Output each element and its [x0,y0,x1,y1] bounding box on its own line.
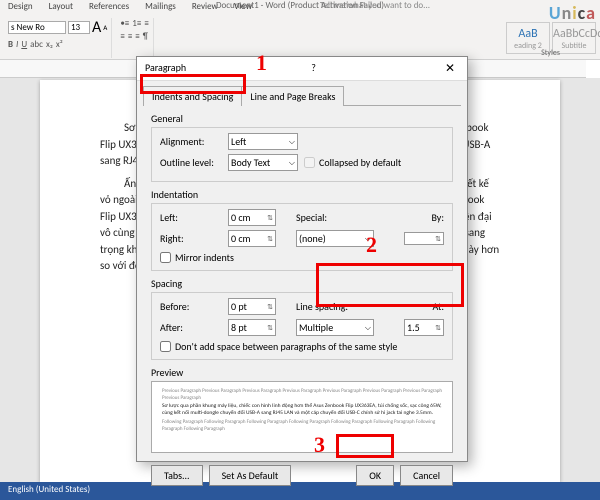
general-section: Alignment: Left Outline level: Body Text… [151,127,453,182]
tabs-button[interactable]: Tabs... [151,465,203,486]
outline-select[interactable]: Body Text [228,154,298,171]
cancel-button[interactable]: Cancel [400,465,453,486]
styles-group-label: Styles [541,48,560,58]
paragraph-dialog: Paragraph ? ✕ Indents and Spacing Line a… [136,56,468,462]
spacing-section: Before: 0 pt Line spacing: At: After: 8 … [151,292,453,360]
right-label: Right: [160,232,222,245]
tab-indents-spacing[interactable]: Indents and Spacing [143,86,242,106]
subscript-button[interactable]: x₂ [46,39,53,50]
right-spinner[interactable]: 0 cm [228,230,276,247]
at-label: At: [432,300,444,313]
dialog-tabs: Indents and Spacing Line and Page Breaks [143,85,461,106]
tab-layout[interactable]: Layout [41,0,81,16]
set-default-button[interactable]: Set As Default [209,465,292,486]
italic-button[interactable]: I [16,39,18,50]
tab-references[interactable]: References [81,0,137,16]
ribbon: Document1 - Word (Product Activation Fai… [0,0,600,60]
align-right-icon[interactable]: ≡ [135,31,139,42]
by-label: By: [431,211,444,224]
status-language[interactable]: English (United States) [8,484,90,495]
dialog-titlebar: Paragraph ? ✕ [137,57,467,81]
line-spacing-label: Line spacing: [296,300,366,313]
strike-button[interactable]: abc [30,39,43,50]
before-label: Before: [160,300,222,313]
paragraph-mark-icon[interactable]: ¶ [143,31,148,42]
outline-label: Outline level: [160,156,222,169]
numbering-icon[interactable]: 1≡ [132,18,141,29]
watermark-logo: Unica [549,2,596,24]
paragraph-group: •≡ 1≡ ≡ ≡ ≡ ≡ ¶ [116,18,154,58]
preview-box: Previous Paragraph Previous Paragraph Pr… [151,381,453,453]
ribbon-body: s New Ro 13 A A B I U abc x₂ x² •≡ 1≡ ≡ … [0,16,600,60]
font-group: s New Ro 13 A A B I U abc x₂ x² [4,18,112,58]
dialog-help-icon[interactable]: ? [311,61,316,76]
tab-line-page-breaks[interactable]: Line and Page Breaks [242,86,344,106]
left-label: Left: [160,211,222,224]
tab-design[interactable]: Design [0,0,41,16]
after-spinner[interactable]: 8 pt [228,319,276,336]
left-spinner[interactable]: 0 cm [228,209,276,226]
font-name-select[interactable]: s New Ro [8,21,66,34]
special-label: Special: [296,211,366,224]
dialog-buttons: Tabs... Set As Default OK Cancel [137,459,467,496]
tab-mailings[interactable]: Mailings [137,0,184,16]
mirror-indents-checkbox[interactable]: Mirror indents [160,251,444,264]
at-spinner[interactable]: 1.5 [404,319,444,336]
spacing-label: Spacing [151,277,453,290]
after-label: After: [160,321,222,334]
align-left-icon[interactable]: ≡ [120,31,124,42]
superscript-button[interactable]: x² [56,39,63,50]
ok-button[interactable]: OK [356,465,394,486]
special-select[interactable]: (none) [296,230,374,247]
dont-add-space-checkbox[interactable]: Don't add space between paragraphs of th… [160,340,444,353]
line-spacing-select[interactable]: Multiple [296,319,374,336]
indentation-section: Left: 0 cm Special: By: Right: 0 cm (non… [151,203,453,271]
alignment-label: Alignment: [160,135,222,148]
general-label: General [151,112,453,125]
close-icon[interactable]: ✕ [441,61,459,76]
before-spinner[interactable]: 0 pt [228,298,276,315]
tell-me-search[interactable]: Tell me what you want to do... [320,0,430,11]
dialog-title: Paragraph [145,61,186,76]
alignment-select[interactable]: Left [228,133,298,150]
shrink-font-icon[interactable]: A [103,23,107,32]
bold-button[interactable]: B [8,39,13,50]
underline-button[interactable]: U [21,39,27,50]
by-spinner[interactable] [404,232,444,245]
multilevel-icon[interactable]: ≡ [144,18,148,29]
bullets-icon[interactable]: •≡ [120,18,129,29]
collapsed-checkbox[interactable]: Collapsed by default [304,156,401,169]
grow-font-icon[interactable]: A [92,18,101,37]
indentation-label: Indentation [151,188,453,201]
align-center-icon[interactable]: ≡ [128,31,132,42]
font-size-select[interactable]: 13 [68,21,90,34]
preview-label: Preview [151,366,453,379]
